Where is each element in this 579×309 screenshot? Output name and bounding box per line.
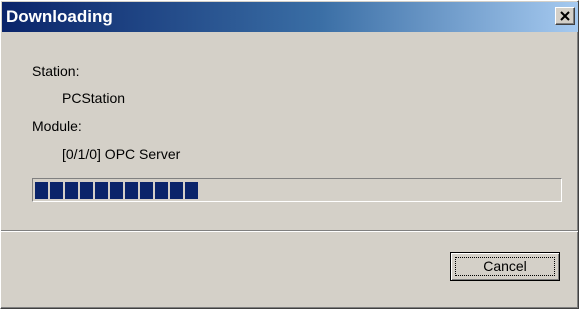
station-label: Station: [32, 63, 80, 79]
module-label: Module: [32, 118, 82, 134]
close-icon [560, 11, 570, 21]
progress-block [65, 182, 78, 199]
progress-block [125, 182, 138, 199]
progress-block [110, 182, 123, 199]
cancel-button[interactable]: Cancel [450, 252, 560, 281]
title-bar[interactable]: Downloading [2, 2, 578, 32]
dialog-title: Downloading [6, 7, 113, 26]
progress-block [155, 182, 168, 199]
download-dialog: Downloading Station: PCStation Module: [… [0, 0, 579, 309]
progress-block [50, 182, 63, 199]
station-value: PCStation [62, 90, 126, 106]
progress-block [140, 182, 153, 199]
cancel-button-label: Cancel [483, 258, 527, 274]
progress-block [170, 182, 183, 199]
progress-block [80, 182, 93, 199]
module-value: [0/1/0] OPC Server [62, 146, 181, 162]
progress-bar [32, 178, 562, 202]
progress-fill [35, 182, 203, 199]
close-button[interactable] [555, 7, 575, 25]
progress-block [35, 182, 48, 199]
progress-block [95, 182, 108, 199]
separator [1, 230, 578, 232]
progress-block [185, 182, 198, 199]
